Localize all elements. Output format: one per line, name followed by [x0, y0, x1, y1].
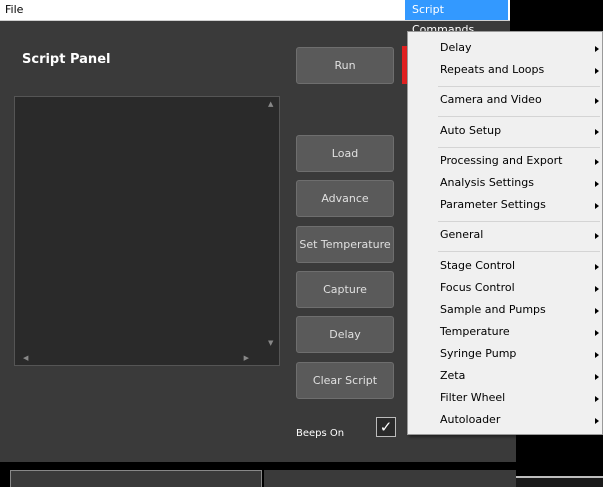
menu-item-sample-and-pumps[interactable]: Sample and Pumps [440, 300, 598, 320]
menu-item-autoloader[interactable]: Autoloader [440, 410, 598, 430]
menu-separator [438, 221, 600, 222]
menu-item-camera-and-video[interactable]: Camera and Video [440, 90, 598, 110]
beeps-on-checkbox[interactable]: ✓ [376, 417, 396, 437]
script-text-area[interactable]: ▲ ▼ ◀ ▶ [14, 96, 280, 366]
menu-separator [438, 86, 600, 87]
submenu-arrow-icon [595, 98, 599, 104]
submenu-arrow-icon [595, 68, 599, 74]
scroll-left-icon[interactable]: ◀ [23, 354, 28, 362]
menu-item-delay[interactable]: Delay [440, 38, 598, 58]
submenu-arrow-icon [595, 396, 599, 402]
set-temperature-button[interactable]: Set Temperature [296, 226, 394, 263]
menu-separator [438, 251, 600, 252]
submenu-arrow-icon [595, 46, 599, 52]
submenu-arrow-icon [595, 374, 599, 380]
submenu-arrow-icon [595, 233, 599, 239]
scroll-right-icon[interactable]: ▶ [244, 354, 249, 362]
submenu-arrow-icon [595, 330, 599, 336]
menu-item-analysis-settings[interactable]: Analysis Settings [440, 173, 598, 193]
submenu-arrow-icon [595, 181, 599, 187]
clear-script-button[interactable]: Clear Script [296, 362, 394, 399]
horizontal-scrollbar[interactable]: ◀ ▶ [15, 351, 265, 365]
top-right-black-area [510, 0, 603, 32]
bottom-panel-left [10, 470, 262, 487]
menu-script-commands[interactable]: Script Commands [405, 0, 508, 36]
scroll-up-icon[interactable]: ▲ [268, 100, 273, 108]
menu-item-stage-control[interactable]: Stage Control [440, 256, 598, 276]
submenu-arrow-icon [595, 286, 599, 292]
advance-button[interactable]: Advance [296, 180, 394, 217]
submenu-arrow-icon [595, 264, 599, 270]
menu-file[interactable]: File [0, 0, 28, 20]
bottom-panel-right [264, 470, 516, 487]
menu-separator [438, 147, 600, 148]
vertical-scrollbar[interactable]: ▲ ▼ [265, 97, 279, 351]
submenu-arrow-icon [595, 129, 599, 135]
menu-item-parameter-settings[interactable]: Parameter Settings [440, 195, 598, 215]
capture-button[interactable]: Capture [296, 271, 394, 308]
submenu-arrow-icon [595, 352, 599, 358]
submenu-arrow-icon [595, 203, 599, 209]
submenu-arrow-icon [595, 418, 599, 424]
menu-separator [438, 116, 600, 117]
scroll-down-icon[interactable]: ▼ [268, 339, 273, 347]
menu-item-general[interactable]: General [440, 225, 598, 245]
panel-title: Script Panel [22, 52, 111, 67]
menu-item-focus-control[interactable]: Focus Control [440, 278, 598, 298]
right-bottom-pane [516, 478, 603, 487]
menu-item-filter-wheel[interactable]: Filter Wheel [440, 388, 598, 408]
menu-item-processing-and-export[interactable]: Processing and Export [440, 151, 598, 171]
menu-item-temperature[interactable]: Temperature [440, 322, 598, 342]
menu-item-auto-setup[interactable]: Auto Setup [440, 121, 598, 141]
run-button[interactable]: Run [296, 47, 394, 84]
submenu-arrow-icon [595, 308, 599, 314]
menu-item-zeta[interactable]: Zeta [440, 366, 598, 386]
delay-button[interactable]: Delay [296, 316, 394, 353]
submenu-arrow-icon [595, 159, 599, 165]
script-commands-dropdown: Delay Repeats and Loops Camera and Video… [407, 31, 603, 435]
load-button[interactable]: Load [296, 135, 394, 172]
beeps-on-label: Beeps On [296, 428, 345, 439]
menu-item-repeats-and-loops[interactable]: Repeats and Loops [440, 60, 598, 80]
menu-item-syringe-pump[interactable]: Syringe Pump [440, 344, 598, 364]
